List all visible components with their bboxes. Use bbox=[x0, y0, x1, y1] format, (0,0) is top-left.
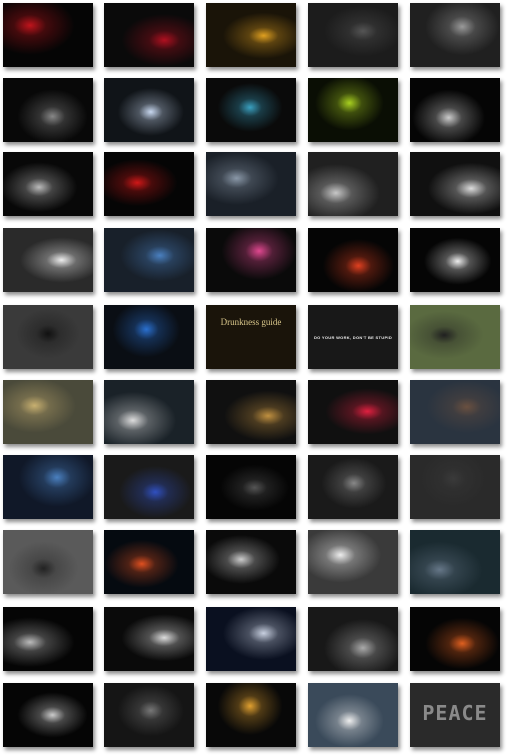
wallpaper-thumbnail[interactable] bbox=[3, 78, 93, 142]
wallpaper-thumbnail[interactable] bbox=[104, 305, 194, 369]
wallpaper-thumbnail[interactable] bbox=[410, 3, 500, 67]
wallpaper-thumbnail[interactable] bbox=[206, 3, 296, 67]
wallpaper-thumbnail[interactable] bbox=[308, 530, 398, 594]
wallpaper-thumbnail[interactable] bbox=[308, 3, 398, 67]
wallpaper-thumbnail[interactable]: PEACE bbox=[410, 683, 500, 747]
wallpaper-thumbnail[interactable] bbox=[206, 530, 296, 594]
wallpaper-thumbnail[interactable] bbox=[206, 683, 296, 747]
wallpaper-thumbnail[interactable] bbox=[3, 305, 93, 369]
wallpaper-thumbnail[interactable] bbox=[104, 3, 194, 67]
wallpaper-thumbnail[interactable] bbox=[3, 455, 93, 519]
wallpaper-thumbnail[interactable] bbox=[410, 78, 500, 142]
wallpaper-thumbnail[interactable] bbox=[104, 683, 194, 747]
wallpaper-thumbnail[interactable] bbox=[104, 607, 194, 671]
wallpaper-thumbnail[interactable] bbox=[104, 78, 194, 142]
wallpaper-thumbnail[interactable] bbox=[308, 78, 398, 142]
wallpaper-thumbnail[interactable]: DO YOUR WORK, DON'T BE STUPID bbox=[308, 305, 398, 369]
wallpaper-thumbnail-grid: Drunkness guide DO YOUR WORK, DON'T BE ST… bbox=[0, 0, 510, 756]
wallpaper-thumbnail[interactable] bbox=[3, 3, 93, 67]
wallpaper-thumbnail[interactable] bbox=[410, 228, 500, 292]
wallpaper-thumbnail[interactable] bbox=[206, 380, 296, 444]
wallpaper-thumbnail[interactable] bbox=[206, 152, 296, 216]
wallpaper-thumbnail[interactable] bbox=[410, 455, 500, 519]
wallpaper-thumbnail[interactable] bbox=[410, 152, 500, 216]
wallpaper-thumbnail[interactable] bbox=[3, 607, 93, 671]
wallpaper-thumbnail[interactable] bbox=[104, 228, 194, 292]
wallpaper-thumbnail[interactable] bbox=[3, 683, 93, 747]
thumbnail-caption: DO YOUR WORK, DON'T BE STUPID bbox=[313, 335, 393, 340]
wallpaper-thumbnail[interactable] bbox=[3, 380, 93, 444]
wallpaper-thumbnail[interactable] bbox=[206, 607, 296, 671]
wallpaper-thumbnail[interactable] bbox=[104, 530, 194, 594]
wallpaper-thumbnail[interactable] bbox=[308, 152, 398, 216]
wallpaper-thumbnail[interactable] bbox=[308, 455, 398, 519]
wallpaper-thumbnail[interactable] bbox=[3, 228, 93, 292]
wallpaper-thumbnail[interactable] bbox=[410, 530, 500, 594]
wallpaper-thumbnail[interactable] bbox=[206, 228, 296, 292]
wallpaper-thumbnail[interactable] bbox=[104, 380, 194, 444]
thumbnail-caption: Drunkness guide bbox=[220, 317, 282, 327]
wallpaper-thumbnail[interactable] bbox=[308, 607, 398, 671]
wallpaper-thumbnail[interactable] bbox=[410, 380, 500, 444]
wallpaper-thumbnail[interactable] bbox=[104, 455, 194, 519]
wallpaper-thumbnail[interactable] bbox=[410, 607, 500, 671]
wallpaper-thumbnail[interactable] bbox=[3, 152, 93, 216]
wallpaper-thumbnail[interactable] bbox=[3, 530, 93, 594]
wallpaper-thumbnail[interactable] bbox=[206, 455, 296, 519]
wallpaper-thumbnail[interactable]: Drunkness guide bbox=[206, 305, 296, 369]
thumbnail-caption: PEACE bbox=[422, 701, 488, 725]
wallpaper-thumbnail[interactable] bbox=[410, 305, 500, 369]
wallpaper-thumbnail[interactable] bbox=[206, 78, 296, 142]
wallpaper-thumbnail[interactable] bbox=[308, 380, 398, 444]
wallpaper-thumbnail[interactable] bbox=[308, 228, 398, 292]
wallpaper-thumbnail[interactable] bbox=[308, 683, 398, 747]
wallpaper-thumbnail[interactable] bbox=[104, 152, 194, 216]
